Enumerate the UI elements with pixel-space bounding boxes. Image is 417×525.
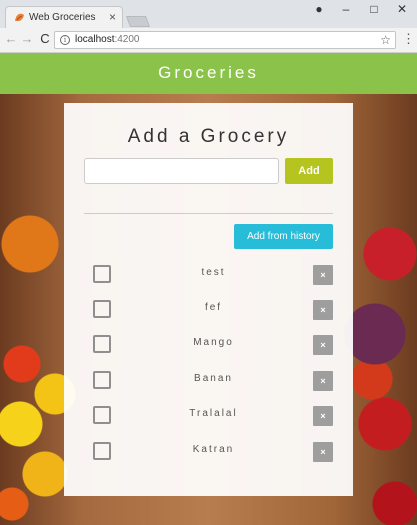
grocery-card: Add a Grocery Add Add from history test … xyxy=(64,103,353,496)
list-item: test × xyxy=(64,265,353,285)
list-item: Mango × xyxy=(64,335,353,355)
item-name: fef xyxy=(204,302,223,313)
forward-button[interactable]: → xyxy=(20,31,34,47)
list-item: Banan × xyxy=(64,371,353,391)
close-window-button[interactable]: ✕ xyxy=(392,1,412,17)
item-checkbox[interactable] xyxy=(93,371,111,389)
divider xyxy=(84,213,333,214)
grocery-input[interactable] xyxy=(84,158,279,184)
bookmark-star-icon[interactable]: ☆ xyxy=(380,33,391,47)
delete-item-button[interactable]: × xyxy=(313,265,333,285)
browser-chrome: Web Groceries × ● – □ ✕ ← → C i localhos… xyxy=(0,0,417,53)
maximize-button[interactable]: □ xyxy=(364,1,384,17)
list-item: Tralalal × xyxy=(64,406,353,426)
url-port: :4200 xyxy=(114,34,140,45)
minimize-button[interactable]: – xyxy=(336,1,356,17)
account-icon[interactable]: ● xyxy=(309,1,329,17)
item-name: Mango xyxy=(193,337,234,348)
list-item: fef × xyxy=(64,300,353,320)
tab-close-icon[interactable]: × xyxy=(109,10,116,24)
back-button[interactable]: ← xyxy=(4,31,18,47)
delete-item-button[interactable]: × xyxy=(313,442,333,462)
info-icon[interactable]: i xyxy=(60,35,70,45)
reload-button[interactable]: C xyxy=(38,31,52,47)
add-from-history-button[interactable]: Add from history xyxy=(234,224,333,249)
url-host: localhost xyxy=(75,34,115,45)
item-checkbox[interactable] xyxy=(93,335,111,353)
item-name: Tralalal xyxy=(189,408,238,419)
delete-item-button[interactable]: × xyxy=(313,300,333,320)
item-checkbox[interactable] xyxy=(93,406,111,424)
new-tab-button[interactable] xyxy=(125,16,151,27)
delete-item-button[interactable]: × xyxy=(313,406,333,426)
browser-tab[interactable]: Web Groceries × xyxy=(5,6,123,28)
browser-menu-icon[interactable]: ⋮ xyxy=(402,31,415,47)
url-text: localhost:4200 xyxy=(75,34,140,45)
browser-toolbar: ← → C i localhost:4200 ☆ xyxy=(0,28,417,53)
item-checkbox[interactable] xyxy=(93,300,111,318)
delete-item-button[interactable]: × xyxy=(313,371,333,391)
address-bar[interactable]: i localhost:4200 ☆ xyxy=(54,31,396,49)
favicon-icon xyxy=(15,13,24,21)
app-header: Groceries xyxy=(0,53,417,140)
item-name: Banan xyxy=(194,373,233,384)
delete-item-button[interactable]: × xyxy=(313,335,333,355)
item-name: test xyxy=(201,267,226,278)
item-checkbox[interactable] xyxy=(93,265,111,283)
card-heading: Add a Grocery xyxy=(127,126,290,147)
item-name: Katran xyxy=(192,444,235,455)
list-item: Katran × xyxy=(64,442,353,462)
app-title: Groceries xyxy=(158,63,259,82)
tab-title: Web Groceries xyxy=(29,12,96,23)
tab-strip: Web Groceries × ● – □ ✕ xyxy=(0,0,417,28)
add-button[interactable]: Add xyxy=(285,158,333,184)
item-checkbox[interactable] xyxy=(93,442,111,460)
